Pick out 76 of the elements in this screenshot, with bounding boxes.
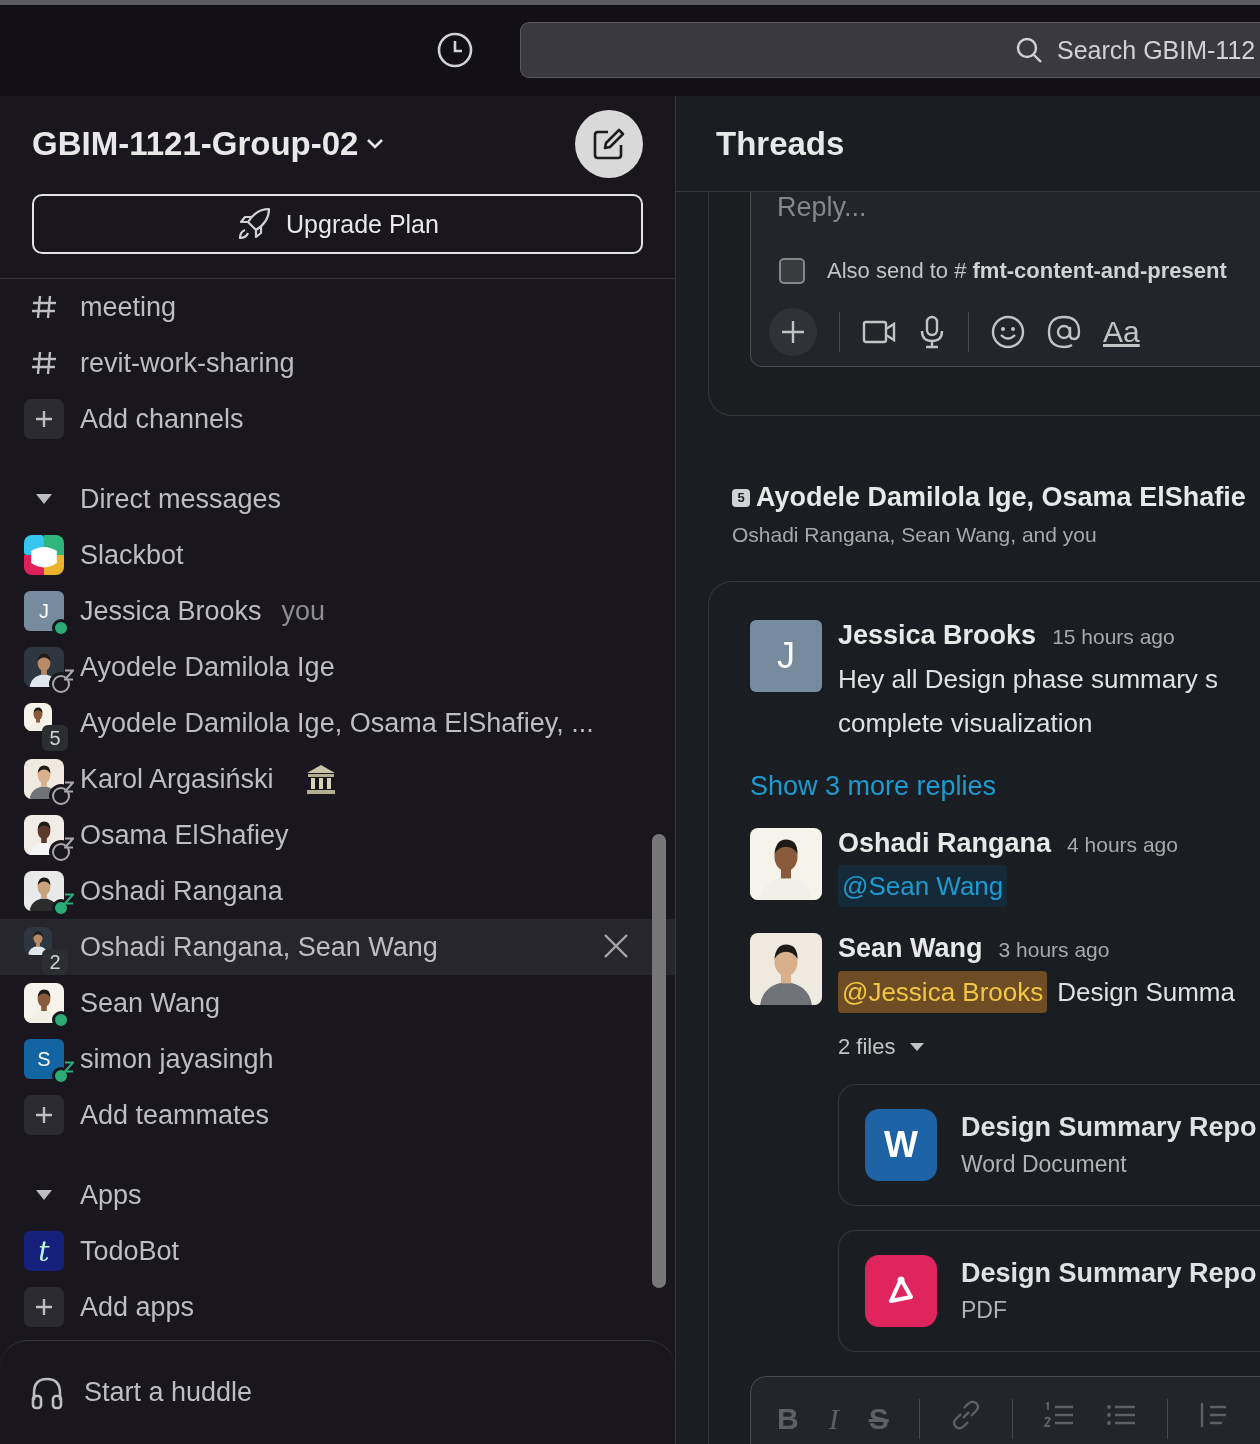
mention-button[interactable] [1047, 315, 1081, 349]
checkbox[interactable] [779, 258, 805, 284]
chevron-icon [366, 138, 385, 150]
rocket-icon [236, 206, 273, 242]
upgrade-button[interactable]: Upgrade Plan [32, 194, 643, 254]
channel-item[interactable]: revit-work-sharing [0, 335, 675, 391]
mention[interactable]: @Jessica Brooks [838, 971, 1048, 1013]
file-type: PDF [961, 1297, 1008, 1324]
dm-item[interactable]: t TodoBot [0, 1223, 675, 1279]
timestamp[interactable]: 3 hours ago [998, 938, 1110, 962]
dm-item[interactable]: Oshadi Rangana [0, 863, 675, 919]
search-field[interactable]: Search GBIM-112 [520, 22, 1260, 78]
dm-item[interactable]: Osama ElShafiey [0, 807, 675, 863]
message-text: Design Summa [1057, 976, 1235, 1009]
dm-item[interactable]: S simon jayasingh [0, 1031, 675, 1087]
avatar: J [750, 620, 822, 692]
mention-icon [1047, 315, 1081, 349]
reply-field[interactable]: Reply... [769, 192, 1260, 222]
member-count: 2 [42, 949, 68, 975]
thread-title[interactable]: Ayodele Damilola Ige, Osama ElShafie [756, 482, 1246, 513]
hash-icon [30, 349, 58, 377]
dm-item[interactable]: 2 Oshadi Rangana, Sean Wang [0, 919, 675, 975]
plus-icon [35, 1106, 53, 1124]
file-name: Design Summary Repo [961, 1112, 1257, 1143]
word-file-icon: W [865, 1109, 937, 1181]
file-card[interactable]: Design Summary Repo PDF [838, 1230, 1260, 1352]
add-item[interactable]: Add apps [0, 1279, 675, 1335]
microphone-icon [918, 315, 946, 349]
dm-item[interactable]: Slackbot [0, 527, 675, 583]
history-icon[interactable] [436, 31, 474, 69]
plus-icon [35, 1298, 53, 1316]
file-name: Design Summary Repo [961, 1258, 1257, 1289]
checkbox-label: Also send to # fmt-content-and-present [827, 258, 1227, 284]
huddle-button[interactable]: Start a huddle [0, 1340, 675, 1444]
dm-item[interactable]: 5 Ayodele Damilola Ige, Osama ElShafiey, ... [0, 695, 675, 751]
member-count: 5 [732, 488, 750, 507]
headphones-icon [30, 1375, 64, 1410]
file-type: Word Document [961, 1151, 1128, 1178]
timestamp[interactable]: 15 hours ago [1052, 625, 1175, 649]
hash-icon [30, 293, 58, 321]
section-header[interactable]: Direct messages [0, 471, 675, 527]
dm-item[interactable]: Karol Argasiński [0, 751, 675, 807]
add-item[interactable]: Add teammates [0, 1087, 675, 1143]
add-item[interactable]: Add channels [0, 391, 675, 447]
compose-icon [592, 127, 626, 161]
timestamp[interactable]: 4 hours ago [1067, 833, 1178, 857]
channel-item[interactable]: meeting [0, 279, 675, 335]
formatting-button[interactable]: Aa [1103, 315, 1140, 349]
app-icon: t [24, 1231, 64, 1271]
dm-item[interactable]: J Jessica Brooks you [0, 583, 675, 639]
file-card[interactable]: W Design Summary Repo Word Document [838, 1084, 1260, 1206]
plus-icon [35, 410, 53, 428]
dm-item[interactable]: Ayodele Damilola Ige [0, 639, 675, 695]
microphone-button[interactable] [918, 315, 946, 349]
mention[interactable]: @Sean Wang [838, 865, 1008, 907]
search-icon [1015, 36, 1043, 64]
dm-item[interactable]: Sean Wang [0, 975, 675, 1031]
workspace-name[interactable]: GBIM-1121-Group-02 [32, 125, 385, 163]
author-name[interactable]: Oshadi Rangana [838, 828, 1052, 859]
attach-button[interactable] [769, 308, 817, 356]
message-text: Hey all Design phase summary s complete visualization [838, 663, 1219, 740]
member-count: 5 [42, 725, 68, 751]
author-name[interactable]: Sean Wang [838, 933, 983, 964]
author-name[interactable]: Jessica Brooks [838, 620, 1037, 651]
close-icon [603, 933, 629, 959]
section-header[interactable]: Apps [0, 1167, 675, 1223]
plus-icon [780, 319, 806, 345]
scrollbar[interactable] [652, 834, 666, 1288]
files-toggle[interactable]: 2 files [838, 1034, 1260, 1060]
thread-members: Oshadi Rangana, Sean Wang, and you [732, 523, 1098, 547]
bot-icon [24, 535, 64, 575]
avatar: S [24, 1039, 64, 1079]
show-replies-link[interactable]: Show 3 more replies [750, 771, 997, 802]
avatar: J [24, 591, 64, 631]
emoji-button[interactable] [991, 315, 1025, 349]
emoji-icon [991, 315, 1025, 349]
